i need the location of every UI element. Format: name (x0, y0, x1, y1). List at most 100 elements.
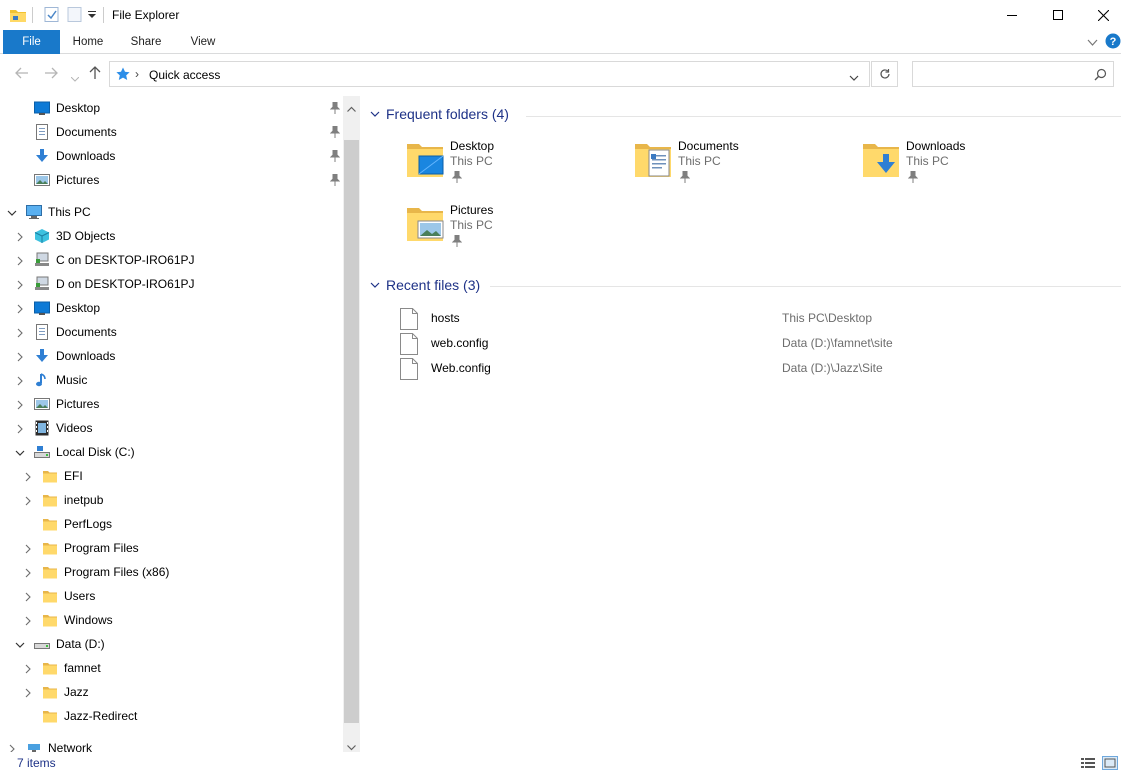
chevron-right-icon[interactable] (15, 303, 25, 314)
navigation-scrollbar[interactable] (343, 96, 360, 752)
music-icon (34, 372, 50, 388)
breadcrumb[interactable]: Quick access (149, 68, 220, 82)
nav-item-local_disk[interactable]: Local Disk (C:) (34, 441, 135, 463)
tab-file[interactable]: File (3, 30, 60, 54)
frequent-folders-header[interactable]: Frequent folders (4) (370, 106, 509, 122)
tile-desktop[interactable]: Desktop This PC (405, 136, 605, 192)
nav-item-this_pc_children-8[interactable]: Videos (34, 417, 92, 439)
nav-item-data_drive_children-2[interactable]: Jazz-Redirect (42, 705, 137, 727)
nav-item-local_disk_children-6[interactable]: Windows (42, 609, 113, 631)
properties-icon[interactable] (44, 7, 60, 22)
nav-item-this_pc_children-6[interactable]: Music (34, 369, 87, 391)
tile-downloads[interactable]: Downloads This PC (861, 136, 1061, 192)
nav-item-this_pc_children-7[interactable]: Pictures (34, 393, 99, 415)
chevron-down-icon[interactable] (15, 639, 25, 649)
nav-item-this_pc_children-0[interactable]: 3D Objects (34, 225, 115, 247)
nav-item-label: This PC (48, 205, 91, 219)
refresh-button[interactable] (871, 61, 898, 87)
nav-item-data_drive_children-0[interactable]: famnet (42, 657, 101, 679)
chevron-right-icon[interactable] (15, 399, 25, 410)
tile-location: This PC (906, 154, 949, 168)
nav-item-this_pc_children-4[interactable]: Documents (34, 321, 117, 343)
nav-item-local_disk_children-1[interactable]: inetpub (42, 489, 103, 511)
nav-item-label: Users (64, 589, 96, 603)
maximize-button[interactable] (1035, 0, 1081, 30)
refresh-icon (879, 69, 890, 79)
nav-item-this_pc_children-1[interactable]: C on DESKTOP-IRO61PJ (34, 249, 195, 271)
nav-item-data_drive_children-1[interactable]: Jazz (42, 681, 89, 703)
nav-item-label: D on DESKTOP-IRO61PJ (56, 277, 195, 291)
minimize-button[interactable] (989, 0, 1035, 30)
tab-home[interactable]: Home (62, 30, 114, 54)
nav-item-label: Local Disk (C:) (56, 445, 135, 459)
nav-item-label: Data (D:) (56, 637, 105, 651)
large-icons-view-icon[interactable] (1102, 756, 1118, 770)
chevron-right-icon[interactable] (23, 471, 33, 482)
expand-ribbon-icon[interactable] (1087, 36, 1098, 50)
nav-item-this_pc_children-3[interactable]: Desktop (34, 297, 100, 319)
address-bar[interactable]: › Quick access (109, 61, 870, 87)
file-icon (400, 358, 418, 380)
customize-dropdown-icon[interactable] (87, 9, 97, 24)
nav-item-local_disk_children-5[interactable]: Users (42, 585, 95, 607)
file-name: hosts (431, 311, 460, 325)
chevron-down-icon[interactable] (7, 207, 17, 217)
tab-view[interactable]: View (177, 30, 229, 54)
chevron-right-icon[interactable] (23, 591, 33, 602)
chevron-right-icon[interactable] (23, 543, 33, 554)
chevron-right-icon[interactable] (23, 567, 33, 578)
scroll-thumb[interactable] (344, 140, 359, 723)
recent-file-row[interactable]: web.config Data (D:)\famnet\site (400, 331, 1120, 355)
recent-files-header[interactable]: Recent files (3) (370, 277, 480, 293)
chevron-right-icon[interactable] (15, 279, 25, 290)
chevron-right-icon[interactable] (7, 743, 17, 752)
tile-documents[interactable]: Documents This PC (633, 136, 833, 192)
forward-icon[interactable] (44, 66, 58, 82)
nav-item-local_disk_children-4[interactable]: Program Files (x86) (42, 561, 169, 583)
title-bar: File Explorer (0, 0, 1121, 30)
nav-item-quick_access-3[interactable]: Pictures (34, 169, 99, 191)
chevron-right-icon[interactable] (15, 327, 25, 338)
pin-icon (329, 125, 341, 138)
up-icon[interactable] (89, 66, 101, 83)
chevron-right-icon[interactable] (23, 495, 33, 506)
new-folder-icon[interactable] (67, 7, 83, 22)
recent-locations-icon[interactable] (70, 70, 80, 86)
chevron-down-icon[interactable] (15, 447, 25, 457)
chevron-right-icon[interactable] (23, 615, 33, 626)
address-dropdown-icon[interactable] (849, 71, 859, 85)
nav-item-quick_access-1[interactable]: Documents (34, 121, 117, 143)
chevron-right-icon[interactable] (15, 375, 25, 386)
tab-share[interactable]: Share (120, 30, 172, 54)
details-view-icon[interactable] (1081, 757, 1095, 772)
nav-item-label: Desktop (56, 101, 101, 115)
nav-item-this_pc_children-5[interactable]: Downloads (34, 345, 115, 367)
chevron-right-icon[interactable] (23, 687, 33, 698)
nav-item-quick_access-2[interactable]: Downloads (34, 145, 115, 167)
nav-item-network[interactable]: Network (26, 737, 92, 752)
chevron-right-icon[interactable] (15, 255, 25, 266)
recent-file-row[interactable]: hosts This PC\Desktop (400, 306, 1120, 330)
chevron-right-icon[interactable] (15, 231, 25, 242)
chevron-right-icon[interactable] (15, 351, 25, 362)
nav-item-this_pc_children-2[interactable]: D on DESKTOP-IRO61PJ (34, 273, 195, 295)
nav-item-local_disk_children-3[interactable]: Program Files (42, 537, 139, 559)
back-icon[interactable] (15, 66, 29, 82)
close-button[interactable] (1080, 0, 1121, 30)
chevron-right-icon[interactable] (23, 663, 33, 674)
recent-file-row[interactable]: Web.config Data (D:)\Jazz\Site (400, 356, 1120, 380)
tile-pictures[interactable]: Pictures This PC (405, 200, 605, 256)
help-icon[interactable]: ? (1105, 33, 1121, 52)
nav-item-quick_access-0[interactable]: Desktop (34, 97, 100, 119)
pin-icon (329, 149, 341, 162)
scroll-up-icon[interactable] (347, 101, 356, 115)
chevron-right-icon[interactable] (15, 423, 25, 434)
nav-item-local_disk_children-0[interactable]: EFI (42, 465, 83, 487)
navigation-pane: Desktop Documents Downloads Pictures This PC… (0, 96, 343, 752)
nav-item-data_drive[interactable]: Data (D:) (34, 633, 105, 655)
content-pane: Frequent folders (4) Desktop This PC Doc… (360, 96, 1121, 752)
tile-location: This PC (678, 154, 721, 168)
nav-item-this_pc[interactable]: This PC (26, 201, 91, 223)
search-input[interactable] (912, 61, 1114, 87)
nav-item-local_disk_children-2[interactable]: PerfLogs (42, 513, 112, 535)
